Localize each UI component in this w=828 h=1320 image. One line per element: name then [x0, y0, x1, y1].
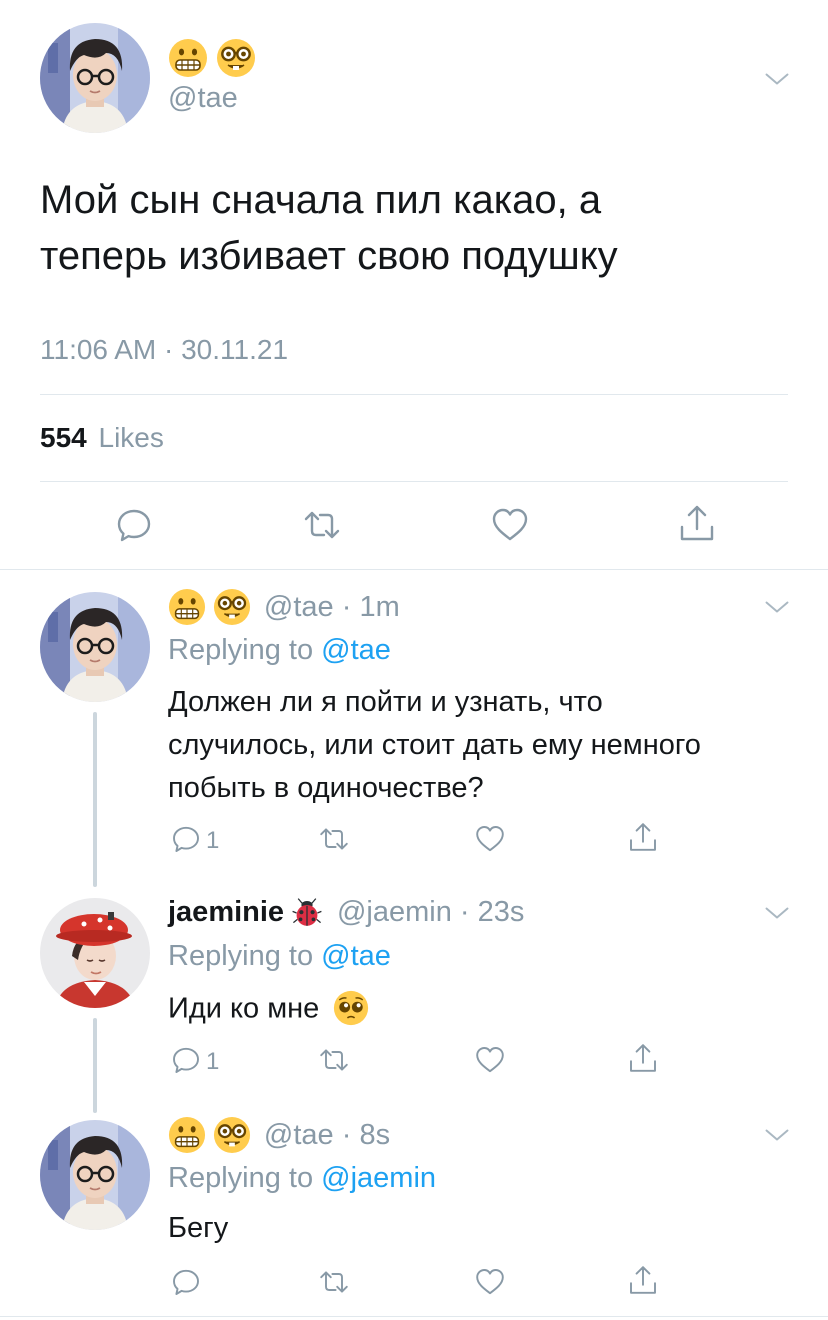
chevron-down-icon[interactable] [762, 592, 792, 622]
chevron-down-icon[interactable] [762, 64, 792, 94]
replying-to: Replying to @jaemin [168, 1160, 436, 1196]
timestamp[interactable]: 11:06 AM · 30.11.21 [40, 332, 288, 368]
time-separator: · [333, 1118, 360, 1151]
thread-line [93, 1018, 97, 1113]
reply-time[interactable]: 23s [478, 896, 525, 928]
time-separator: · [451, 896, 478, 928]
replying-prefix: Replying to [168, 634, 314, 666]
avatar[interactable] [40, 592, 150, 702]
grimacing-emoji [168, 1116, 206, 1154]
section-divider [0, 1316, 828, 1317]
mention-link[interactable]: @tae [321, 940, 391, 972]
reply-icon[interactable] [170, 1266, 202, 1298]
nerd-emoji [216, 38, 256, 78]
replying-to: Replying to @tae [168, 938, 391, 974]
share-icon[interactable] [627, 821, 659, 853]
share-icon[interactable] [627, 1264, 659, 1296]
reply-text-line: случилось, или стоит дать ему немного [168, 729, 701, 761]
like-icon[interactable] [474, 1266, 506, 1298]
reply-text-line: побыть в одиночестве? [168, 772, 484, 804]
display-name[interactable] [168, 38, 256, 78]
retweet-icon[interactable] [302, 505, 342, 545]
likes-stat[interactable]: 554 Likes [40, 420, 164, 456]
avatar[interactable] [40, 898, 150, 1008]
replying-to: Replying to @tae [168, 632, 391, 668]
reply-time[interactable]: 8s [359, 1119, 390, 1151]
reply-header: @tae · 8s [168, 1116, 390, 1156]
chevron-down-icon[interactable] [762, 898, 792, 928]
avatar[interactable] [40, 23, 150, 133]
reply-text: Бегу [168, 1212, 229, 1244]
tweet-text-line: Мой сын сначала пил какао, а [40, 178, 602, 222]
nerd-emoji [213, 1116, 251, 1154]
time-separator: · [333, 590, 360, 623]
likes-label: Likes [98, 422, 164, 453]
reply-text: Иди ко мне [168, 986, 369, 1029]
retweet-icon[interactable] [318, 823, 350, 855]
handle[interactable]: @tae [264, 1119, 334, 1151]
mention-link[interactable]: @jaemin [321, 1162, 436, 1194]
reply-count: 1 [206, 1048, 220, 1075]
likes-count: 554 [40, 422, 87, 453]
display-name[interactable]: jaeminie [168, 896, 284, 928]
tweet-text: Мой сын сначала пил какао, а теперь изби… [40, 172, 618, 284]
reply-icon[interactable] [114, 505, 154, 545]
section-divider [0, 569, 828, 570]
replying-prefix: Replying to [168, 1162, 314, 1194]
reply-text-line: Иди ко мне [168, 992, 320, 1025]
reply-icon[interactable] [170, 1044, 202, 1076]
retweet-icon[interactable] [318, 1044, 350, 1076]
chevron-down-icon[interactable] [762, 1120, 792, 1150]
like-icon[interactable] [490, 505, 530, 545]
reply-header: jaeminie @jaemin · 23s [168, 896, 524, 936]
pleading-emoji [333, 990, 369, 1026]
handle[interactable]: @jaemin [337, 896, 452, 928]
tweet-text-line: теперь избивает свою подушку [40, 234, 618, 278]
grimacing-emoji [168, 588, 206, 626]
handle[interactable]: @tae [264, 591, 334, 623]
replying-prefix: Replying to [168, 940, 314, 972]
reply-icon[interactable] [170, 823, 202, 855]
nerd-emoji [213, 588, 251, 626]
reply-text: Должен ли я пойти и узнать, что случилос… [168, 681, 701, 810]
handle[interactable]: @tae [168, 80, 238, 116]
divider [40, 394, 788, 395]
ladybug-emoji [291, 897, 323, 929]
share-icon[interactable] [627, 1042, 659, 1074]
mention-link[interactable]: @tae [321, 634, 391, 666]
grimacing-emoji [168, 38, 208, 78]
divider [40, 481, 788, 482]
like-icon[interactable] [474, 823, 506, 855]
reply-header: @tae · 1m [168, 588, 400, 628]
retweet-icon[interactable] [318, 1266, 350, 1298]
reply-time[interactable]: 1m [359, 591, 399, 623]
reply-count: 1 [206, 827, 220, 854]
thread-line [93, 712, 97, 887]
avatar[interactable] [40, 1120, 150, 1230]
like-icon[interactable] [474, 1044, 506, 1076]
share-icon[interactable] [677, 503, 717, 543]
reply-text-line: Должен ли я пойти и узнать, что [168, 686, 603, 718]
